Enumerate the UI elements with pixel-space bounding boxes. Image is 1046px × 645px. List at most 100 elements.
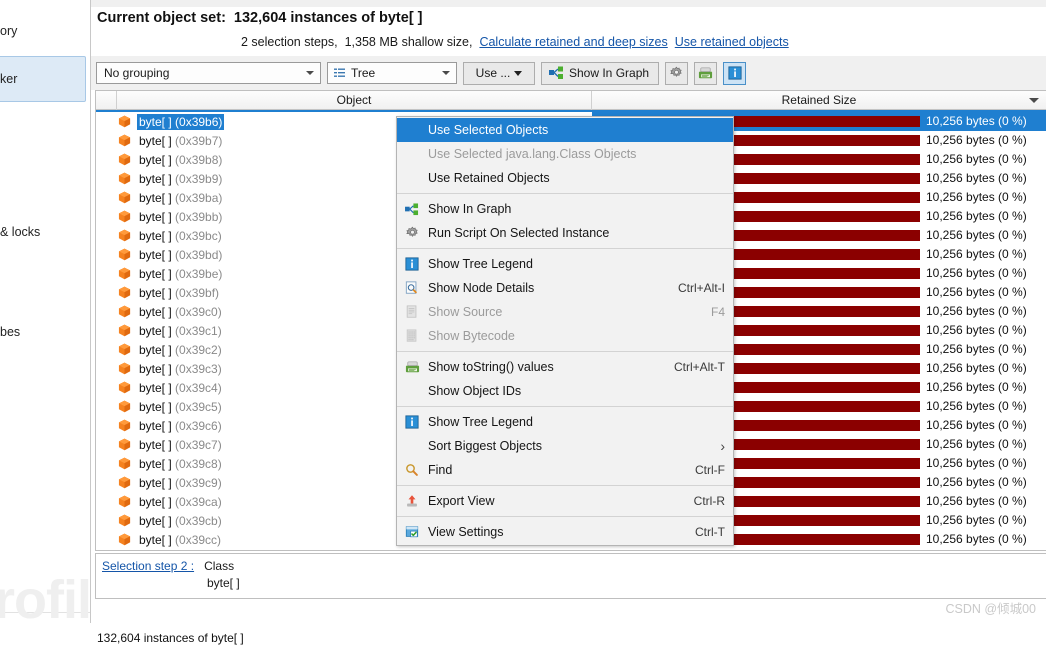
menu-find[interactable]: Find Ctrl-F xyxy=(397,458,733,482)
object-type-name: byte[ ] xyxy=(139,285,172,300)
use-dropdown-button[interactable]: Use ... xyxy=(463,61,535,85)
object-type-name: byte[ ] xyxy=(139,171,172,186)
object-label: byte[ ] (0x39b7) xyxy=(137,133,224,149)
menu-item-label: Show Bytecode xyxy=(428,329,515,343)
object-cube-icon xyxy=(118,457,131,470)
graph-icon xyxy=(549,66,564,80)
object-address: (0x39bd) xyxy=(175,247,223,262)
calculate-retained-link[interactable]: Calculate retained and deep sizes xyxy=(479,35,667,49)
object-type-name: byte[ ] xyxy=(139,418,172,433)
menu-use-retained-objects[interactable]: Use Retained Objects xyxy=(397,166,733,190)
sidebar-item-tracker[interactable]: ker xyxy=(0,56,86,102)
menu-item-shortcut: F4 xyxy=(710,305,725,319)
info-icon xyxy=(401,415,423,429)
menu-item-label: Show Node Details xyxy=(428,281,535,295)
menu-show-in-graph[interactable]: Show In Graph xyxy=(397,197,733,221)
sidebar-item-label: ory xyxy=(0,24,18,38)
menu-item-label: Show Tree Legend xyxy=(428,415,533,429)
object-label: byte[ ] (0x39c7) xyxy=(137,437,224,453)
menu-item-label: Use Retained Objects xyxy=(428,171,550,185)
object-type-name: byte[ ] xyxy=(139,304,172,319)
retained-size-label: 10,256 bytes (0 %) xyxy=(926,133,1027,147)
object-address: (0x39c2) xyxy=(175,342,222,357)
submenu-arrow-icon: › xyxy=(720,438,725,454)
object-type-name: byte[ ] xyxy=(139,399,172,414)
menu-export-view[interactable]: Export View Ctrl-R xyxy=(397,489,733,513)
menu-show-node-details[interactable]: Show Node Details Ctrl+Alt-I xyxy=(397,276,733,300)
object-address: (0x39be) xyxy=(175,266,223,281)
object-type-name: byte[ ] xyxy=(139,228,172,243)
object-cube-icon xyxy=(118,476,131,489)
show-in-graph-label: Show In Graph xyxy=(569,66,650,80)
retained-size-label: 10,256 bytes (0 %) xyxy=(926,266,1027,280)
retained-size-label: 10,256 bytes (0 %) xyxy=(926,228,1027,242)
menu-use-selected-objects[interactable]: Use Selected Objects xyxy=(397,118,733,142)
column-header-retained-size[interactable]: Retained Size xyxy=(592,91,1046,110)
object-cube-icon xyxy=(118,514,131,527)
chevron-down-icon xyxy=(306,71,314,75)
info-icon xyxy=(401,257,423,271)
table-header: Object Retained Size xyxy=(96,91,1046,110)
object-type-name: byte[ ] xyxy=(139,361,172,376)
object-cube-icon xyxy=(118,343,131,356)
object-label: byte[ ] (0x39c1) xyxy=(137,323,224,339)
menu-show-tree-legend-2[interactable]: Show Tree Legend xyxy=(397,410,733,434)
export-icon xyxy=(401,494,423,508)
object-type-name: byte[ ] xyxy=(139,475,172,490)
magnifier-icon xyxy=(401,463,423,477)
object-address: (0x39c3) xyxy=(175,361,222,376)
object-type-name: byte[ ] xyxy=(139,342,172,357)
grouping-select[interactable]: No grouping xyxy=(96,62,321,84)
object-type-name: byte[ ] xyxy=(139,494,172,509)
object-address: (0x39cc) xyxy=(175,532,222,547)
info-icon[interactable] xyxy=(723,61,747,85)
sidebar-item-threads-locks[interactable]: & locks xyxy=(0,219,86,245)
object-cube-icon xyxy=(118,267,131,280)
menu-view-settings[interactable]: View Settings Ctrl-T xyxy=(397,520,733,544)
menu-sort-biggest-objects[interactable]: Sort Biggest Objects › xyxy=(397,434,733,458)
menu-item-shortcut: Ctrl-R xyxy=(693,494,725,508)
column-header-blank[interactable] xyxy=(96,91,117,110)
object-label: byte[ ] (0x39be) xyxy=(137,266,224,282)
menu-item-label: View Settings xyxy=(428,525,504,539)
object-cube-icon xyxy=(118,362,131,375)
object-cube-icon xyxy=(118,115,131,128)
page-title-value: 132,604 instances of byte[ ] xyxy=(233,10,423,26)
object-label: byte[ ] (0x39bb) xyxy=(137,209,224,225)
use-retained-objects-link[interactable]: Use retained objects xyxy=(675,35,789,49)
menu-run-script[interactable]: Run Script On Selected Instance xyxy=(397,221,733,245)
retained-size-label: 10,256 bytes (0 %) xyxy=(926,399,1027,413)
selection-step-link[interactable]: Selection step 2 : xyxy=(102,559,194,573)
menu-show-tree-legend-1[interactable]: Show Tree Legend xyxy=(397,252,733,276)
show-in-graph-button[interactable]: Show In Graph xyxy=(541,61,660,85)
object-cube-icon xyxy=(118,438,131,451)
menu-show-object-ids[interactable]: Show Object IDs xyxy=(397,379,733,403)
selection-step-line: Selection step 2 : Class xyxy=(102,558,1046,575)
view-mode-select[interactable]: Tree xyxy=(327,62,457,84)
object-address: (0x39b6) xyxy=(175,114,223,129)
menu-show-tostring-values[interactable]: Show toString() values Ctrl+Alt-T xyxy=(397,355,733,379)
object-cube-icon xyxy=(118,134,131,147)
object-cube-icon xyxy=(118,305,131,318)
menu-item-label: Show toString() values xyxy=(428,360,554,374)
object-label: byte[ ] (0x39c9) xyxy=(137,475,224,491)
menu-separator xyxy=(397,351,733,352)
object-cube-icon xyxy=(118,419,131,432)
menu-item-label: Show Source xyxy=(428,305,503,319)
menu-item-label: Use Selected Objects xyxy=(428,123,549,137)
sidebar-item-label: ker xyxy=(0,72,18,86)
object-type-name: byte[ ] xyxy=(139,266,172,281)
sidebar-item-probes[interactable]: bes xyxy=(0,319,86,345)
column-header-object[interactable]: Object xyxy=(117,91,592,110)
retained-size-label: 10,256 bytes (0 %) xyxy=(926,323,1027,337)
gear-icon[interactable] xyxy=(665,61,689,85)
object-cube-icon xyxy=(118,400,131,413)
gear-icon xyxy=(401,226,423,241)
menu-item-shortcut: Ctrl-F xyxy=(695,463,725,477)
tostring-values-icon[interactable] xyxy=(694,61,718,85)
sidebar-item-memory[interactable]: ory xyxy=(0,18,86,44)
grouping-select-value: No grouping xyxy=(104,66,170,80)
menu-separator xyxy=(397,516,733,517)
object-cube-icon xyxy=(118,495,131,508)
object-type-name: byte[ ] xyxy=(139,133,172,148)
